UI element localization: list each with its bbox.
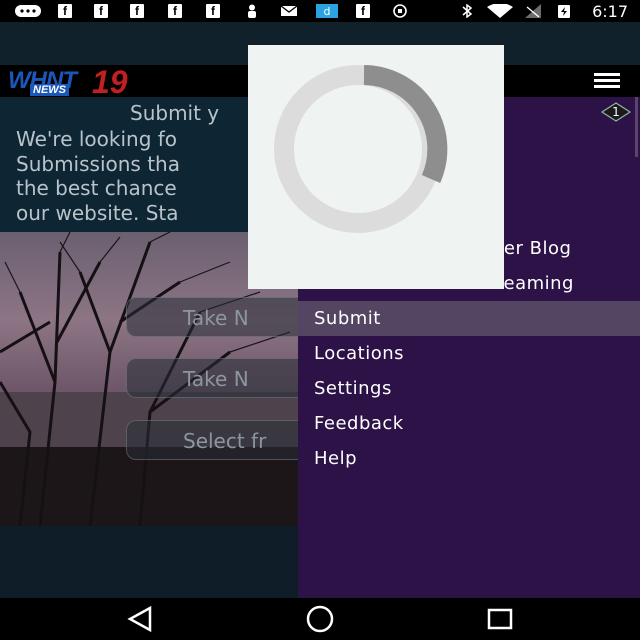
facebook-icon: f [58,4,72,18]
logo-number: 19 [92,64,128,100]
menu-item-submit[interactable]: Submit [298,301,640,336]
svg-text:d: d [324,5,331,18]
badge-count: 1 [612,105,620,119]
mail-icon [280,5,298,16]
facebook-icon: f [94,4,108,18]
menu-item-settings[interactable]: Settings [298,371,640,406]
recents-icon[interactable] [470,598,530,640]
loading-spinner-icon [274,65,448,233]
menu-item-help[interactable]: Help [298,441,640,476]
clock: 6:17 [592,2,628,21]
intro-title: Submit y [130,101,220,125]
loading-dialog [248,45,504,289]
intro-line: Submissions tha [16,152,180,176]
bluetooth-icon [462,4,473,18]
menu-item-feedback[interactable]: Feedback [298,406,640,441]
menu-icon[interactable] [594,73,620,89]
intro-line: our website. Sta [16,201,179,225]
facebook-icon: f [130,4,144,18]
home-icon[interactable] [290,598,350,640]
intro-line: We're looking fo [16,127,178,151]
facebook-icon: f [206,4,220,18]
circle-icon [393,4,407,18]
intro-line: the best chance [16,176,177,200]
facebook-icon: f [356,4,370,18]
notification-badge[interactable]: 1 [600,102,632,122]
system-nav-bar [0,598,640,640]
battery-charging-icon [558,5,570,18]
status-bar: f f f f f d f 6:17 [0,0,640,22]
d-app-icon: d [316,4,338,18]
chat-icon [15,5,41,17]
facebook-icon: f [168,4,182,18]
drawer-scrollbar[interactable] [635,97,638,157]
menu-item-locations[interactable]: Locations [298,336,640,371]
signal-icon [525,4,541,18]
whnt-logo[interactable]: WHNT 19 NEWS [4,64,154,100]
wifi-icon [487,4,513,18]
back-icon[interactable] [110,598,170,640]
person-icon [248,4,256,18]
logo-sub: NEWS [30,84,69,96]
